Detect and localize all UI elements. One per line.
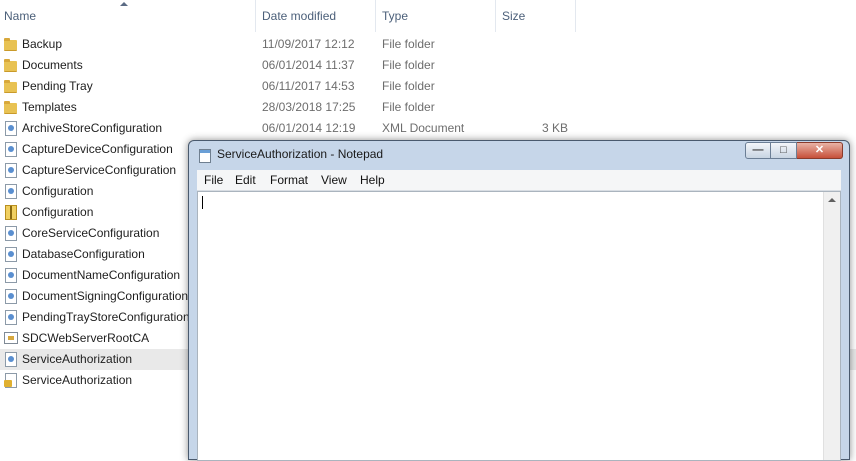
file-name: Pending Tray: [22, 79, 93, 93]
file-name: Configuration: [22, 184, 94, 198]
xml-doc-icon: [3, 184, 17, 199]
xml-doc-icon: [3, 121, 17, 136]
close-icon: ✕: [814, 144, 825, 156]
scroll-up-icon[interactable]: [828, 198, 836, 202]
xml-doc-icon: [3, 226, 17, 241]
folder-icon: [3, 79, 17, 93]
maximize-button[interactable]: □: [771, 142, 797, 159]
file-name: CoreServiceConfiguration: [22, 226, 160, 240]
menu-bar: File Edit Format View Help: [197, 170, 841, 191]
menu-format[interactable]: Format: [270, 170, 308, 190]
file-name: DatabaseConfiguration: [22, 247, 145, 261]
text-editor[interactable]: [197, 191, 841, 461]
xml-doc-icon: [3, 142, 17, 157]
certificate-icon: [3, 331, 18, 345]
file-name: DocumentSigningConfiguration: [22, 289, 189, 303]
file-name: DocumentNameConfiguration: [22, 268, 181, 282]
column-header-bar: Name Date modified Type Size: [0, 0, 856, 32]
column-header-size[interactable]: Size: [498, 0, 576, 32]
file-name: Templates: [22, 100, 77, 114]
minimize-icon: —: [752, 144, 764, 156]
file-row[interactable]: Pending Tray 06/11/2017 14:53 File folde…: [0, 76, 856, 97]
file-date: 11/09/2017 12:12: [262, 37, 355, 51]
column-header-name[interactable]: Name: [0, 0, 256, 32]
file-row[interactable]: Documents 06/01/2014 11:37 File folder: [0, 55, 856, 76]
minimize-button[interactable]: —: [745, 142, 771, 159]
file-date: 06/01/2014 11:37: [262, 58, 355, 72]
xml-doc-icon: [3, 247, 17, 262]
menu-edit[interactable]: Edit: [235, 170, 256, 190]
close-button[interactable]: ✕: [797, 142, 843, 159]
menu-file[interactable]: File: [204, 170, 223, 190]
file-row[interactable]: Backup 11/09/2017 12:12 File folder: [0, 34, 856, 55]
file-row[interactable]: ArchiveStoreConfiguration 06/01/2014 12:…: [0, 118, 856, 139]
text-caret: [202, 196, 203, 209]
file-name: ServiceAuthorization: [22, 352, 133, 366]
file-size: 3 KB: [541, 121, 568, 135]
file-type: File folder: [382, 37, 435, 51]
file-name: ServiceAuthorization: [22, 373, 133, 387]
folder-icon: [3, 100, 17, 114]
folder-icon: [3, 58, 17, 72]
xml-doc-icon: [3, 352, 17, 367]
column-header-date-modified[interactable]: Date modified: [258, 0, 376, 32]
xml-doc-icon: [3, 163, 17, 178]
notepad-icon: [199, 149, 211, 163]
locked-doc-icon: [3, 373, 17, 388]
file-date: 28/03/2018 17:25: [262, 100, 356, 114]
file-name: Backup: [22, 37, 63, 51]
folder-icon: [3, 37, 17, 51]
xml-doc-icon: [3, 289, 17, 304]
file-name: CaptureDeviceConfiguration: [22, 142, 173, 156]
file-type: File folder: [382, 100, 435, 114]
file-type: File folder: [382, 58, 435, 72]
file-name: Configuration: [22, 205, 94, 219]
window-title: ServiceAuthorization - Notepad: [217, 147, 384, 161]
file-name: SDCWebServerRootCA: [22, 331, 150, 345]
file-date: 06/01/2014 12:19: [262, 121, 356, 135]
file-row[interactable]: Templates 28/03/2018 17:25 File folder: [0, 97, 856, 118]
menu-help[interactable]: Help: [360, 170, 385, 190]
file-date: 06/11/2017 14:53: [262, 79, 355, 93]
maximize-icon: □: [780, 144, 787, 156]
menu-view[interactable]: View: [321, 170, 347, 190]
vertical-scrollbar[interactable]: [823, 192, 840, 460]
window-controls: — □ ✕: [745, 142, 843, 160]
xml-doc-icon: [3, 310, 17, 325]
column-header-type[interactable]: Type: [378, 0, 496, 32]
file-name: PendingTrayStoreConfiguration: [22, 310, 190, 324]
file-type: XML Document: [382, 121, 465, 135]
file-name: CaptureServiceConfiguration: [22, 163, 177, 177]
file-type: File folder: [382, 79, 435, 93]
xml-doc-icon: [3, 268, 17, 283]
file-name: Documents: [22, 58, 83, 72]
file-name: ArchiveStoreConfiguration: [22, 121, 163, 135]
zip-icon: [3, 205, 17, 220]
notepad-window[interactable]: ServiceAuthorization - Notepad — □ ✕ Fil…: [188, 140, 850, 461]
